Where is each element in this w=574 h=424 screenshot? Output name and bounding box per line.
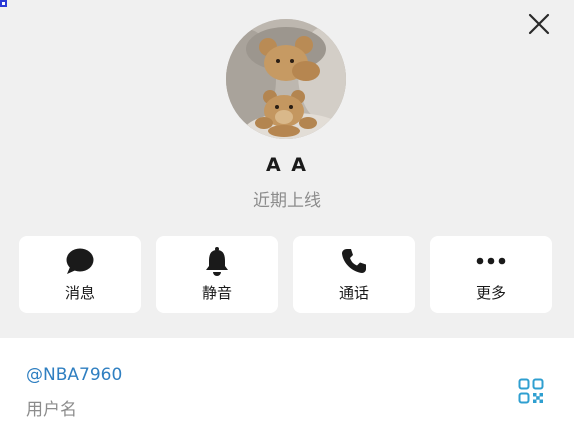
message-button[interactable]: 消息	[19, 236, 141, 313]
profile-name: A A	[265, 154, 309, 176]
avatar[interactable]	[226, 19, 346, 139]
qr-code-button[interactable]	[518, 378, 544, 404]
username-label: 用户名	[26, 400, 77, 420]
phone-icon	[342, 249, 366, 273]
username-value[interactable]: @NBA7960	[26, 365, 122, 385]
mute-button[interactable]: 静音	[156, 236, 278, 313]
qr-code-icon	[518, 378, 544, 404]
more-dots-icon	[476, 257, 506, 265]
message-label: 消息	[64, 284, 95, 302]
call-button[interactable]: 通话	[293, 236, 415, 313]
selection-marker	[0, 0, 7, 7]
online-status: 近期上线	[253, 191, 321, 211]
call-label: 通话	[338, 284, 369, 302]
bell-icon	[206, 247, 228, 276]
close-icon	[528, 13, 550, 35]
more-button[interactable]: 更多	[430, 236, 552, 313]
close-button[interactable]	[524, 9, 554, 39]
message-bubble-icon	[66, 248, 94, 274]
more-label: 更多	[475, 284, 506, 302]
profile-header: A A 近期上线 消息 静音 通话 更多	[0, 0, 574, 338]
mute-label: 静音	[201, 284, 232, 302]
user-info-section: @NBA7960 用户名	[0, 338, 574, 424]
teddy-bear-avatar-image	[226, 19, 346, 139]
